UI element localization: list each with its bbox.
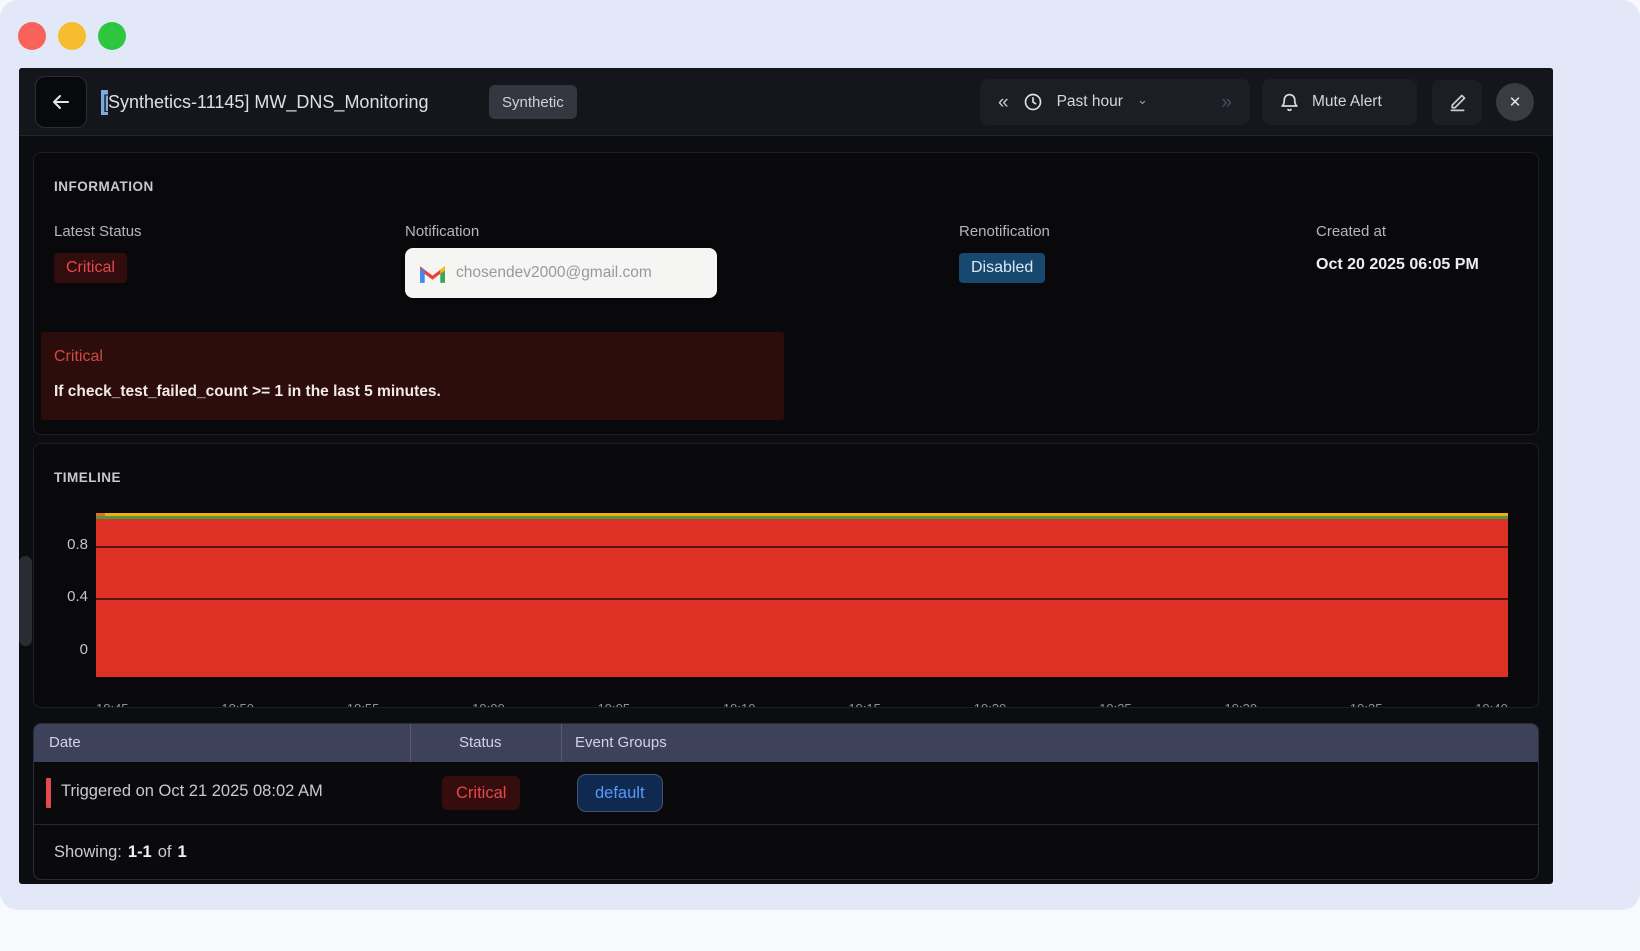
x-tick-label: 18:55 — [347, 701, 380, 708]
back-button[interactable] — [35, 76, 87, 128]
close-window-button[interactable] — [18, 22, 46, 50]
showing-of: of — [158, 843, 172, 862]
information-card: INFORMATION Latest Status Notification R… — [33, 152, 1539, 435]
created-at-value: Oct 20 2025 06:05 PM — [1316, 256, 1479, 274]
gridline-0.4 — [96, 598, 1508, 600]
alert-severity: Critical — [54, 348, 103, 366]
edit-button[interactable] — [1432, 80, 1482, 125]
latest-status-label: Latest Status — [54, 223, 142, 240]
column-status: Status — [459, 734, 502, 751]
x-tick-label: 18:50 — [221, 701, 254, 708]
table-divider — [34, 824, 1538, 825]
column-date: Date — [49, 734, 81, 751]
ytick-0.4: 0.4 — [48, 588, 88, 605]
row-severity-bar — [46, 778, 51, 808]
alert-condition: If check_test_failed_count >= 1 in the l… — [54, 383, 441, 401]
mute-alert-label: Mute Alert — [1312, 93, 1382, 111]
table-footer: Showing: 1-1 of 1 — [54, 824, 187, 880]
x-tick-label: 19:15 — [848, 701, 881, 708]
x-tick-label: 19:30 — [1225, 701, 1258, 708]
column-separator — [410, 724, 411, 762]
x-tick-label: 19:40 — [1475, 701, 1508, 708]
x-tick-label: 19:05 — [598, 701, 631, 708]
page-title: [Synthetics-11145] MW_DNS_Monitoring — [101, 68, 428, 136]
showing-range: 1-1 — [128, 843, 152, 862]
table-row[interactable]: Triggered on Oct 21 2025 08:02 AM Critic… — [34, 762, 1538, 824]
x-axis-labels: 18:45 18:50 18:55 19:00 19:05 19:10 19:15 19:20… — [96, 701, 1508, 708]
window-controls — [18, 22, 126, 50]
gmail-icon — [419, 263, 446, 284]
created-at-label: Created at — [1316, 223, 1386, 240]
screenshot-canvas: [Synthetics-11145] MW_DNS_Monitoring Syn… — [0, 0, 1640, 951]
x-tick-label: 19:10 — [723, 701, 756, 708]
close-panel-button[interactable]: ✕ — [1496, 83, 1534, 121]
pencil-icon — [1447, 92, 1468, 113]
x-tick-label: 18:45 — [96, 701, 129, 708]
timeline-chart[interactable] — [96, 513, 1508, 677]
ytick-0.8: 0.8 — [48, 536, 88, 553]
timeline-section-title: TIMELINE — [54, 470, 121, 485]
back-arrow-icon — [49, 90, 73, 114]
minimize-window-button[interactable] — [58, 22, 86, 50]
x-tick-label: 19:35 — [1350, 701, 1383, 708]
renotification-badge: Disabled — [959, 253, 1045, 283]
row-date: Triggered on Oct 21 2025 08:02 AM — [61, 782, 323, 801]
alert-detail-window: [Synthetics-11145] MW_DNS_Monitoring Syn… — [19, 68, 1553, 884]
x-tick-label: 19:20 — [974, 701, 1007, 708]
left-edge-marker — [96, 513, 105, 516]
row-event-group-chip[interactable]: default — [577, 774, 663, 812]
column-separator — [561, 724, 562, 762]
alert-rule-box: Critical If check_test_failed_count >= 1… — [41, 332, 784, 420]
scrollbar-thumb[interactable] — [19, 556, 32, 646]
time-prev-icon[interactable]: « — [998, 93, 1009, 112]
notification-email: chosendev2000@gmail.com — [456, 264, 652, 282]
table-header: Date Status Event Groups — [34, 724, 1538, 762]
time-range-control: « Past hour ⌄ » — [980, 79, 1250, 125]
title-text: Synthetics-11145] MW_DNS_Monitoring — [108, 92, 428, 113]
time-next-icon[interactable]: » — [1221, 93, 1232, 112]
timeline-card: TIMELINE 0.8 0.4 0 18:4518:5018:5519:001… — [33, 443, 1539, 708]
clock-icon — [1023, 92, 1043, 112]
column-event-groups: Event Groups — [575, 734, 667, 751]
x-tick-label: 19:25 — [1099, 701, 1132, 708]
latest-status-badge: Critical — [54, 253, 127, 283]
x-tick-label: 19:00 — [472, 701, 505, 708]
monitor-type-badge: Synthetic — [489, 85, 577, 119]
gridline-0.8 — [96, 546, 1508, 548]
time-range-label[interactable]: Past hour — [1057, 93, 1123, 111]
events-table-card: Date Status Event Groups Triggered on Oc… — [33, 723, 1539, 880]
title-selection-caret: [ — [101, 90, 108, 115]
row-status-badge: Critical — [442, 776, 520, 810]
mute-alert-button[interactable]: Mute Alert — [1262, 79, 1417, 125]
ytick-0: 0 — [48, 641, 88, 658]
renotification-label: Renotification — [959, 223, 1050, 240]
app-header: [Synthetics-11145] MW_DNS_Monitoring Syn… — [19, 68, 1553, 136]
information-section-title: INFORMATION — [54, 179, 154, 194]
showing-label: Showing: — [54, 843, 122, 862]
bell-icon — [1279, 92, 1300, 113]
ok-line-series — [96, 516, 1508, 518]
notification-channel: chosendev2000@gmail.com — [405, 248, 717, 298]
zoom-window-button[interactable] — [98, 22, 126, 50]
chevron-down-icon[interactable]: ⌄ — [1137, 92, 1148, 108]
showing-total: 1 — [178, 843, 187, 862]
close-icon: ✕ — [1509, 93, 1522, 111]
notification-label: Notification — [405, 223, 479, 240]
